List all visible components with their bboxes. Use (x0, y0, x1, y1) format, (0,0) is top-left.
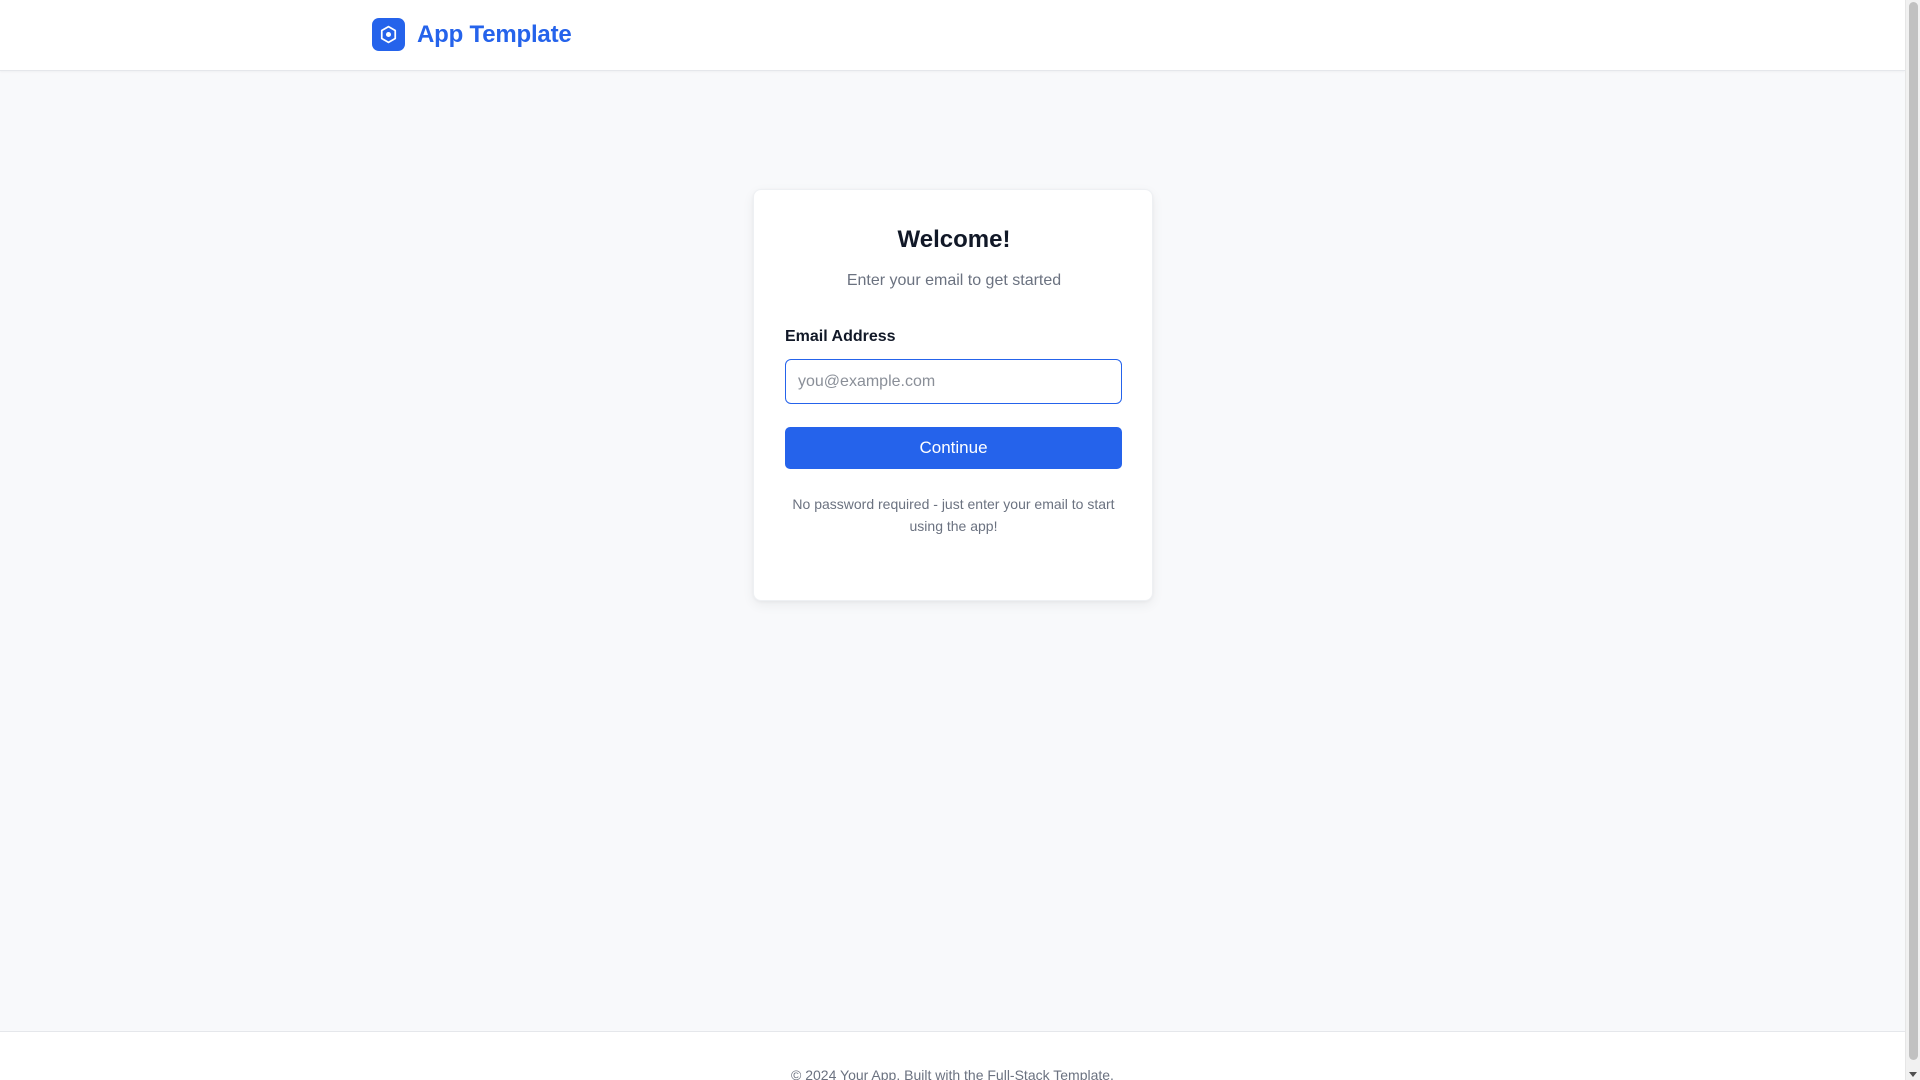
helper-text: No password required - just enter your e… (792, 496, 1115, 534)
email-label: Email Address (785, 328, 896, 345)
card-title: Welcome! (897, 226, 1011, 253)
continue-button[interactable]: Continue (785, 427, 1122, 469)
top-navbar: App Template (0, 0, 1905, 71)
page-footer: © 2024 Your App. Built with the Full-Sta… (0, 1031, 1905, 1080)
scroll-down-arrow-icon[interactable] (1909, 1072, 1917, 1077)
hexagon-shield-icon (372, 18, 405, 51)
card-subtitle: Enter your email to get started (846, 272, 1062, 289)
email-input[interactable] (785, 359, 1122, 404)
footer-text: © 2024 Your App. Built with the Full-Sta… (791, 1067, 1114, 1080)
login-card: Welcome! Enter your email to get started… (753, 189, 1153, 601)
scrollbar-thumb[interactable] (1909, 2, 1918, 1060)
page: App Template Welcome! Enter your email t… (0, 0, 1905, 1080)
vertical-scrollbar[interactable] (1905, 0, 1920, 1080)
browser-viewport: App Template Welcome! Enter your email t… (0, 0, 1920, 1080)
brand-link[interactable]: App Template (372, 18, 572, 51)
brand-name: App Template (417, 20, 572, 48)
